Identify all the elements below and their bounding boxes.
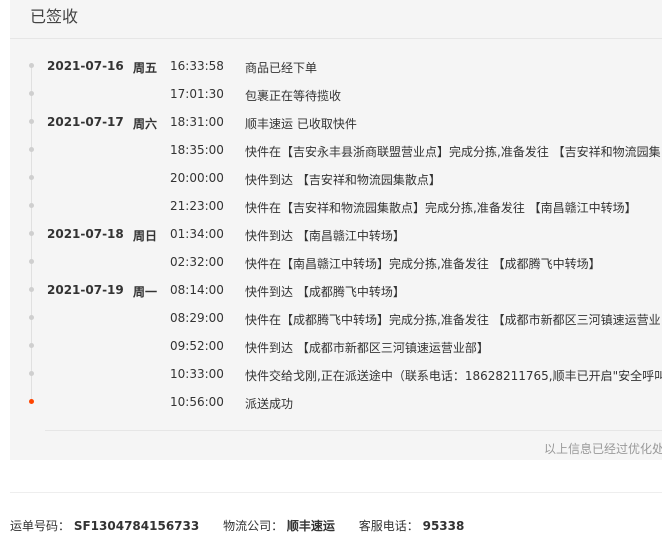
tracking-event-row: 09:52:00 快件到达 【成都市新都区三河镇速运营业部】 — [10, 333, 662, 361]
tracking-event-row: 08:29:00 快件在【成都腾飞中转场】完成分拣,准备发往 【成都市新都区三河镇… — [10, 305, 662, 333]
event-description: 快件到达 【南昌赣江中转场】 — [245, 229, 405, 243]
timeline-dot — [29, 287, 34, 292]
tracking-event-row: 2021-07-16 周五 16:33:58 商品已经下单 — [10, 53, 662, 81]
event-weekday: 周一 — [133, 285, 158, 299]
tracking-event-row: 17:01:30 包裹正在等待揽收 — [10, 81, 662, 109]
timeline-dot — [29, 231, 34, 236]
tracking-event-row: 10:33:00 快件交给戈刚,正在派送途中（联系电话：18628211765,顺… — [10, 361, 662, 389]
carrier-label: 物流公司： — [223, 519, 284, 533]
timeline-dot — [29, 147, 34, 152]
event-description: 快件交给戈刚,正在派送途中（联系电话：18628211765,顺丰已开启"安全呼… — [245, 369, 662, 383]
event-time: 01:34:00 — [170, 227, 224, 241]
delivery-status: 已签收 — [30, 7, 79, 26]
timeline-dot — [29, 371, 34, 376]
carrier-name: 顺丰速运 — [286, 519, 335, 533]
event-time: 10:56:00 — [170, 395, 224, 409]
event-time: 10:33:00 — [170, 367, 224, 381]
event-description: 快件到达 【吉安祥和物流园集散点】 — [245, 173, 441, 187]
event-time: 08:14:00 — [170, 283, 224, 297]
event-time: 17:01:30 — [170, 87, 224, 101]
tracking-event-row: 10:56:00 派送成功 — [10, 389, 662, 417]
event-weekday: 周五 — [133, 61, 158, 75]
event-time: 18:35:00 — [170, 143, 224, 157]
event-time: 09:52:00 — [170, 339, 224, 353]
event-time: 02:32:00 — [170, 255, 224, 269]
tracking-event-row: 2021-07-19 周一 08:14:00 快件到达 【成都腾飞中转场】 — [10, 277, 662, 305]
event-time: 20:00:00 — [170, 171, 224, 185]
current-status-dot — [29, 399, 34, 404]
event-date: 2021-07-19 — [47, 283, 124, 297]
tracking-number: SF1304784156733 — [73, 519, 200, 533]
tracking-event-row: 02:32:00 快件在【南昌赣江中转场】完成分拣,准备发往 【成都腾飞中转场】 — [10, 249, 662, 277]
timeline-dot — [29, 203, 34, 208]
optimization-notice: 以上信息已经过优化处 — [544, 442, 662, 456]
timeline-dot — [29, 175, 34, 180]
event-description: 快件在【南昌赣江中转场】完成分拣,准备发往 【成都腾飞中转场】 — [245, 257, 601, 271]
event-date: 2021-07-18 — [47, 227, 124, 241]
event-description: 快件在【成都腾飞中转场】完成分拣,准备发往 【成都市新都区三河镇速运营业 — [245, 313, 661, 327]
event-description: 快件在【吉安祥和物流园集散点】完成分拣,准备发往 【南昌赣江中转场】 — [245, 201, 637, 215]
tracking-event-row: 2021-07-17 周六 18:31:00 顺丰速运 已收取快件 — [10, 109, 662, 137]
timeline-dot — [29, 315, 34, 320]
event-description: 快件到达 【成都腾飞中转场】 — [245, 285, 405, 299]
divider — [45, 430, 662, 431]
event-weekday: 周六 — [133, 117, 158, 131]
tracking-event-row: 20:00:00 快件到达 【吉安祥和物流园集散点】 — [10, 165, 662, 193]
divider — [10, 38, 662, 39]
event-time: 16:33:58 — [170, 59, 224, 73]
tracking-event-row: 21:23:00 快件在【吉安祥和物流园集散点】完成分拣,准备发往 【南昌赣江中转… — [10, 193, 662, 221]
tracking-event-row: 2021-07-18 周日 01:34:00 快件到达 【南昌赣江中转场】 — [10, 221, 662, 249]
service-phone: 95338 — [422, 519, 465, 533]
timeline-dot — [29, 63, 34, 68]
shipment-info: 运单号码： SF1304784156733 物流公司： 顺丰速运 客服电话： 9… — [10, 517, 464, 534]
timeline-dot — [29, 343, 34, 348]
event-time: 18:31:00 — [170, 115, 224, 129]
event-time: 08:29:00 — [170, 311, 224, 325]
timeline-dot — [29, 91, 34, 96]
event-description: 顺丰速运 已收取快件 — [245, 117, 357, 131]
service-phone-label: 客服电话： — [358, 519, 419, 533]
event-description: 快件到达 【成都市新都区三河镇速运营业部】 — [245, 341, 489, 355]
timeline-dot — [29, 259, 34, 264]
tracking-panel: 已签收 2021-07-16 周五 16:33:58 商品已经下单 17:01:30 包裹… — [10, 0, 662, 460]
tracking-number-label: 运单号码： — [10, 519, 71, 533]
timeline-dot — [29, 119, 34, 124]
event-description: 商品已经下单 — [245, 61, 318, 75]
divider — [10, 492, 662, 493]
event-description: 快件在【吉安永丰县浙商联盟营业点】完成分拣,准备发往 【吉安祥和物流园集 — [245, 145, 661, 159]
event-date: 2021-07-17 — [47, 115, 124, 129]
event-description: 包裹正在等待揽收 — [245, 89, 342, 103]
tracking-event-row: 18:35:00 快件在【吉安永丰县浙商联盟营业点】完成分拣,准备发往 【吉安祥和… — [10, 137, 662, 165]
event-weekday: 周日 — [133, 229, 158, 243]
event-time: 21:23:00 — [170, 199, 224, 213]
event-date: 2021-07-16 — [47, 59, 124, 73]
event-description: 派送成功 — [245, 397, 294, 411]
